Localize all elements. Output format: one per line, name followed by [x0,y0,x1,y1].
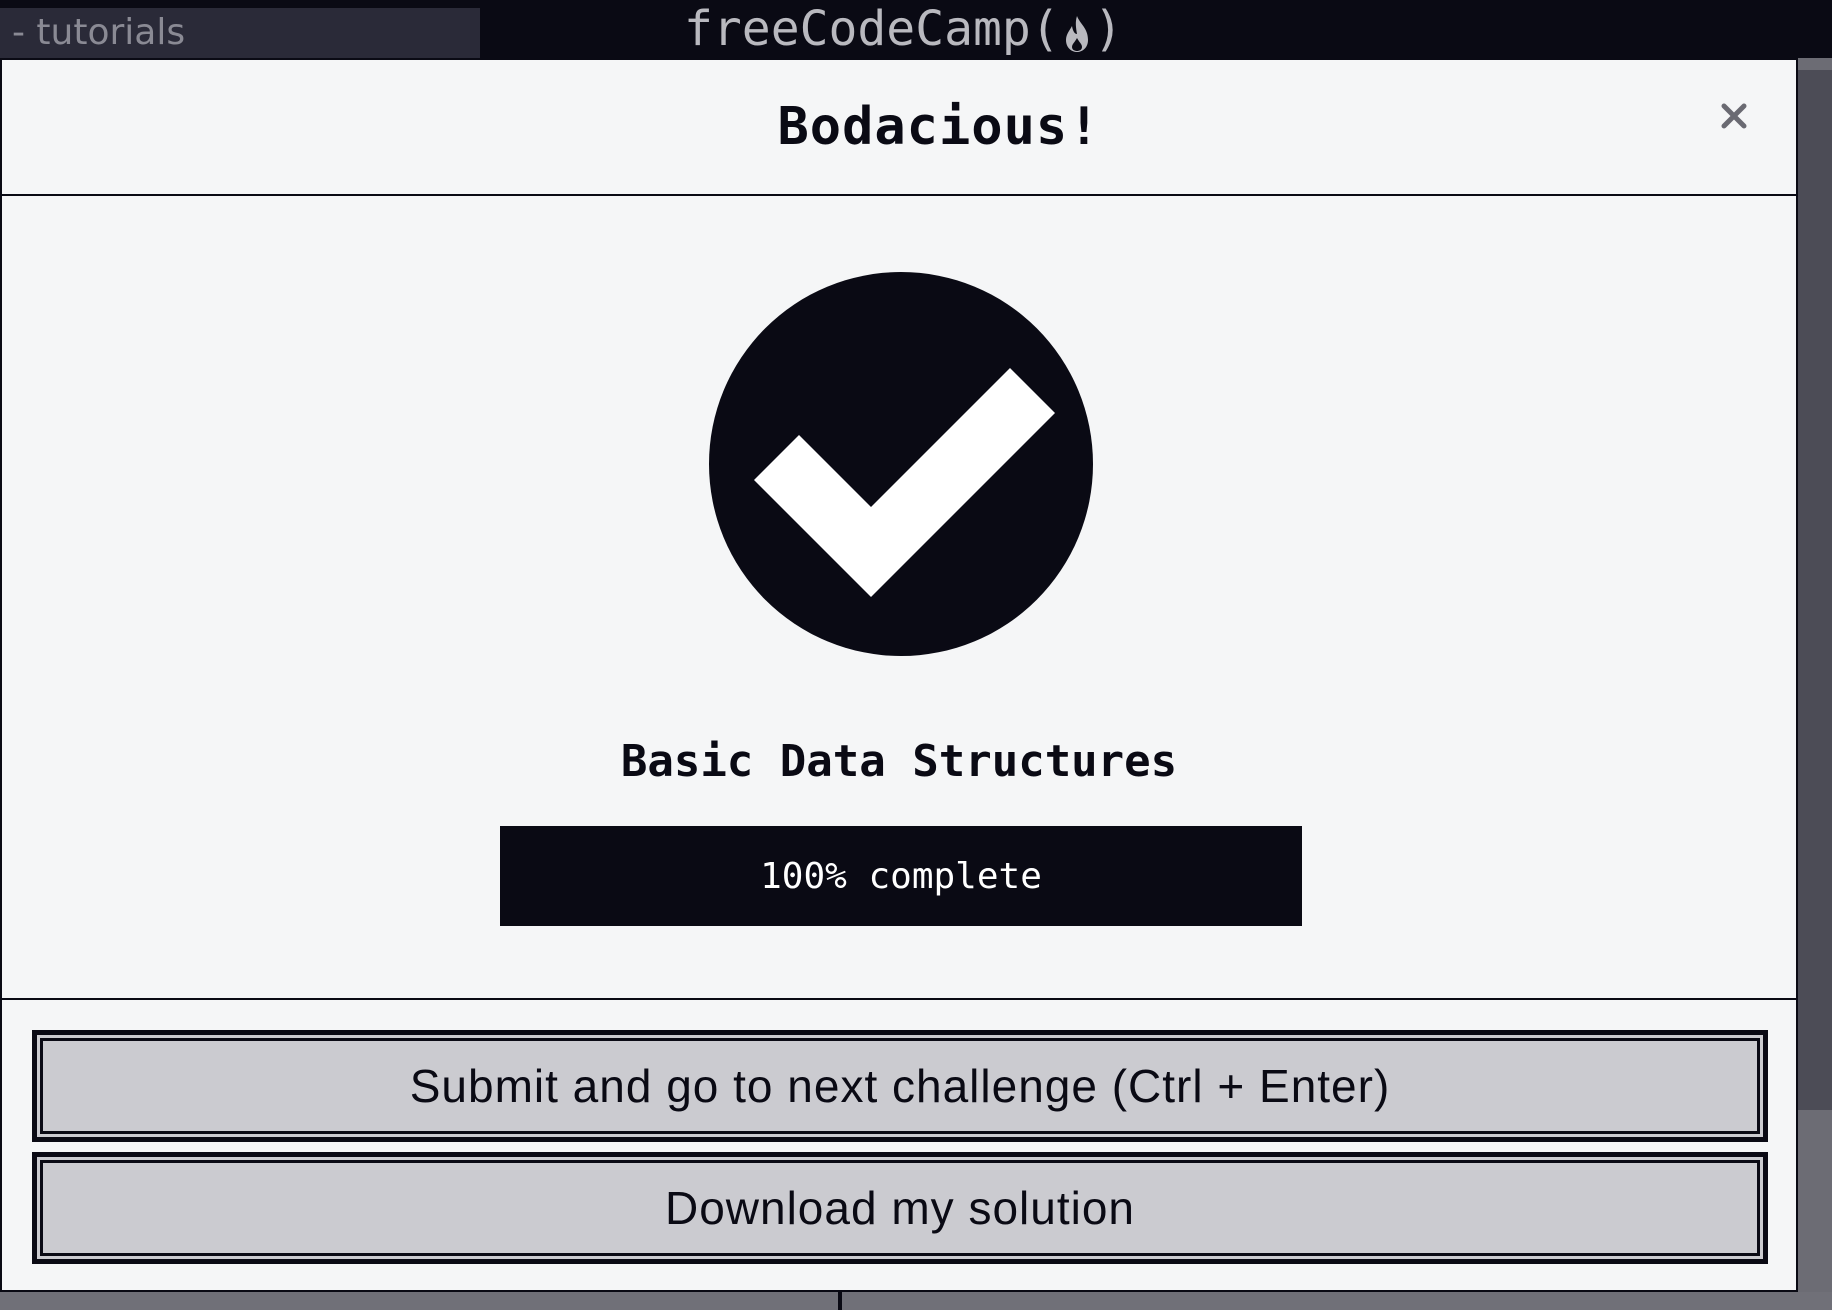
divider [838,1292,842,1310]
modal-footer: Submit and go to next challenge (Ctrl + … [2,998,1796,1292]
check-circle-icon [709,272,1093,656]
progress-bar: 100% complete [500,826,1302,926]
progress-label: 100% complete [760,855,1042,897]
brand-suffix: ) [1093,1,1123,57]
close-button[interactable] [1714,96,1754,136]
background-editor [0,1292,1832,1310]
close-icon [1721,103,1747,129]
modal-header: Bodacious! [2,60,1796,196]
freecodecamp-logo[interactable]: freeCodeCamp( ) [684,0,1123,58]
fire-icon [1062,9,1092,52]
modal-title: Bodacious! [777,97,1101,157]
top-nav-bar: - tutorials freeCodeCamp( ) [0,0,1832,58]
submit-next-challenge-button[interactable]: Submit and go to next challenge (Ctrl + … [32,1030,1768,1142]
search-text: - tutorials [12,12,186,53]
completion-modal: Bodacious! Basic Data Structures 100% co… [0,58,1798,1292]
search-input[interactable]: - tutorials [0,8,480,58]
challenge-block-title: Basic Data Structures [620,736,1178,787]
background-panel [1796,70,1832,1110]
brand-prefix: freeCodeCamp( [684,1,1060,57]
download-solution-button[interactable]: Download my solution [32,1152,1768,1264]
